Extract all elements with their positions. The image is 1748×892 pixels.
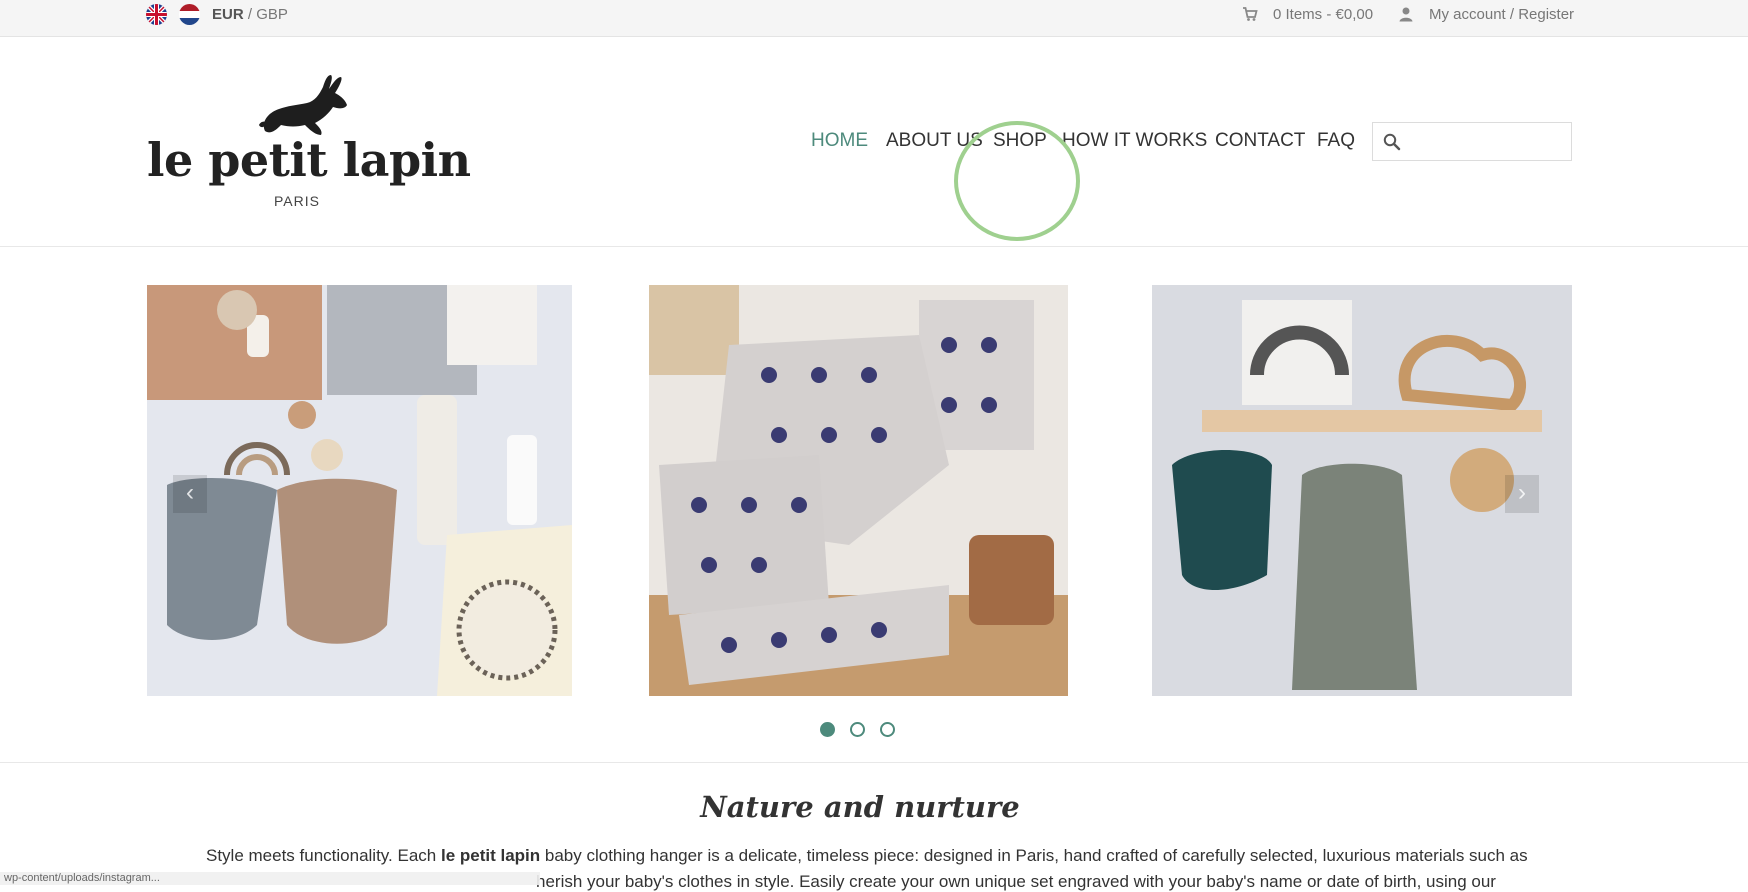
section-title: Nature and nurture [700,790,1020,824]
carousel-image-wall-hooks[interactable]: › [1152,285,1572,696]
carousel-image-clothing-flatlay[interactable]: ‹ [147,285,572,696]
carousel-image-printed-pyjamas[interactable] [649,285,1068,696]
intro-text-pre: Style meets functionality. Each [206,846,441,865]
search-input[interactable] [1372,122,1572,161]
carousel-prev-button[interactable]: ‹ [173,475,207,513]
highlight-circle [954,121,1080,241]
currency-active[interactable]: EUR [212,6,244,23]
uk-flag-icon[interactable] [146,4,167,25]
logo-city: PARIS [274,193,320,209]
nav-contact[interactable]: CONTACT [1215,130,1305,152]
nl-flag-icon[interactable] [179,4,200,25]
user-icon[interactable] [1398,6,1414,22]
carousel-dot-3[interactable] [880,722,895,737]
intro-brand: le petit lapin [440,846,541,865]
cart-icon[interactable] [1242,6,1258,22]
nav-how-it-works[interactable]: HOW IT WORKS [1062,130,1207,152]
logo-wordmark: le petit lapin [147,133,471,187]
hero-carousel[interactable]: ‹ › [147,285,1572,696]
intro-paragraph-line2: herish your baby's clothes in style. Eas… [536,872,1496,891]
search-icon[interactable] [1383,133,1401,151]
section-divider [0,762,1748,763]
carousel-next-button[interactable]: › [1505,475,1539,513]
intro-text-post: baby clothing hanger is a delicate, time… [540,846,1528,865]
nav-faq[interactable]: FAQ [1317,130,1355,152]
carousel-dot-2[interactable] [850,722,865,737]
carousel-dot-1[interactable] [820,722,835,737]
intro-paragraph: Style meets functionality. Each le petit… [206,846,1536,866]
site-header: le petit lapin PARIS HOME ABOUT US SHOP … [0,37,1748,247]
currency-separator: / [243,6,257,23]
cart-summary-link[interactable]: 0 Items - €0,00 [1273,6,1373,23]
account-register-link[interactable]: My account / Register [1429,6,1574,23]
site-logo[interactable]: le petit lapin PARIS [147,73,471,213]
nav-home[interactable]: HOME [811,130,868,152]
browser-status-bar: wp-content/uploads/instagram... [0,872,540,885]
currency-other[interactable]: GBP [256,6,288,23]
rabbit-logo-icon [257,73,357,139]
top-bar: EUR / GBP 0 Items - €0,00 My account / R… [0,0,1748,37]
currency-switcher[interactable]: EUR / GBP [212,6,288,23]
